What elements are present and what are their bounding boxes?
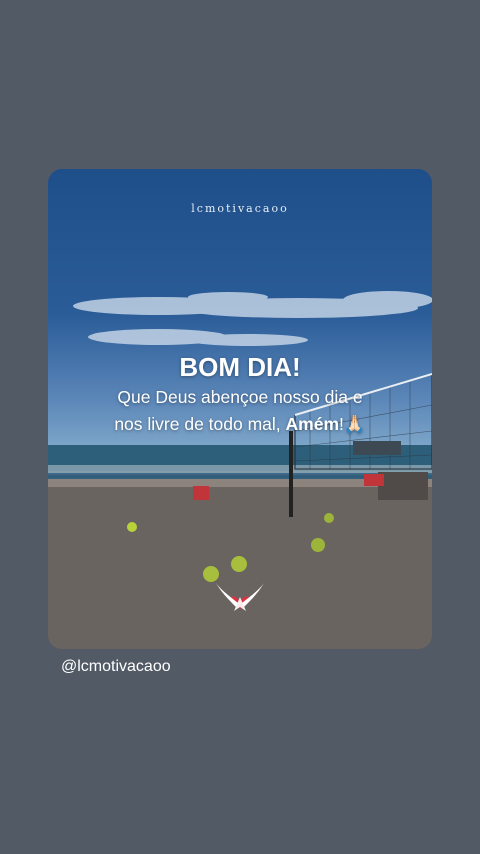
beach-hut [353, 441, 401, 455]
account-handle-link[interactable]: @lcmotivacaoo [61, 658, 171, 676]
clouds [73, 291, 432, 346]
headline: BOM DIA! [179, 352, 301, 382]
beach-equipment [378, 472, 428, 500]
post-card[interactable]: lcmotivacaoo BOM DIA! Que Deus abençoe n… [48, 169, 432, 649]
message-line-2: nos livre de todo mal, Amém!🙏🏻 [48, 414, 432, 435]
message-line-2-suffix: !🙏🏻 [339, 414, 366, 434]
red-bag [193, 486, 209, 500]
red-chair [364, 474, 384, 486]
watermark-text: lcmotivacaoo [191, 202, 289, 215]
message-amem: Amém [285, 414, 340, 434]
message-line-2-text: nos livre de todo mal, [114, 414, 286, 434]
beach-photo [48, 291, 432, 649]
message-line-1: Que Deus abençoe nosso dia e [117, 387, 363, 407]
